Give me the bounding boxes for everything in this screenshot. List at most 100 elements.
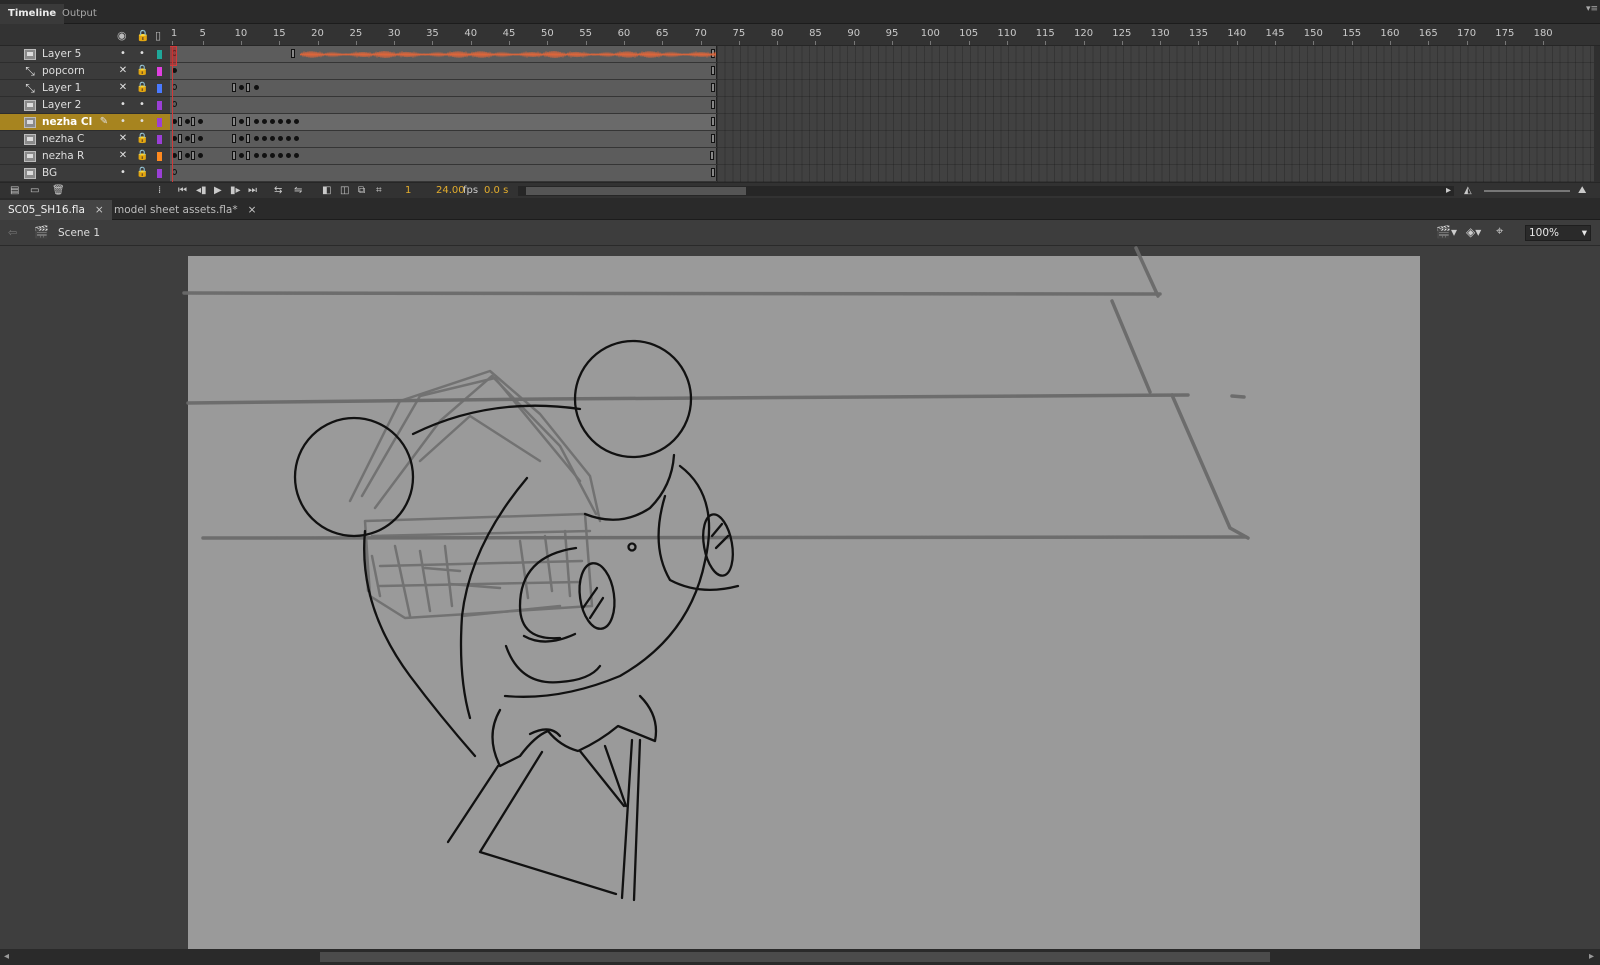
span-end-frame[interactable] (711, 134, 715, 143)
keyframe[interactable] (185, 119, 190, 124)
go-to-first-frame-icon[interactable]: ⏮ (178, 184, 187, 198)
elapsed-time-readout[interactable]: 0.0 s (484, 184, 508, 198)
keyframe[interactable] (262, 153, 267, 158)
layer-row[interactable]: nezha R ✕ 🔒 (0, 148, 170, 165)
outline-all-icon[interactable]: ▯ (155, 29, 161, 42)
layer-row[interactable]: nezha Cl ✎ • • (0, 114, 170, 131)
frame-span[interactable] (170, 114, 717, 130)
frame-span[interactable] (170, 148, 717, 164)
stage-drawing[interactable] (0, 246, 1600, 949)
show-hide-all-icon[interactable]: ◉ (117, 29, 127, 42)
loop-icon[interactable]: ⇆ (274, 184, 282, 198)
frame-marker[interactable] (246, 117, 250, 126)
zoom-in-frames-icon[interactable]: ⛰ (1578, 184, 1586, 198)
layer-color-swatch[interactable] (157, 84, 162, 93)
frame-span[interactable] (170, 80, 717, 96)
delete-layer-icon[interactable]: 🗑 (52, 184, 65, 198)
frame-marker[interactable] (232, 134, 236, 143)
layer-color-swatch[interactable] (157, 50, 162, 59)
keyframe[interactable] (185, 136, 190, 141)
keyframe[interactable] (254, 153, 259, 158)
frame-marker[interactable] (178, 134, 182, 143)
playhead[interactable] (170, 46, 177, 182)
visibility-toggle[interactable]: ✕ (117, 82, 129, 94)
frame-rate-readout[interactable]: 24.00 (436, 184, 465, 198)
keyframe[interactable] (239, 153, 244, 158)
layer-row[interactable]: ⤡ popcorn ✕ 🔒 (0, 63, 170, 80)
onion-skin-icon[interactable]: ◧ (322, 184, 331, 198)
frame-ruler[interactable]: 1 5 10 15 20 25 30 35 40 45 50 55 60 65 70 75 80 85 90 95 10… (170, 24, 1600, 46)
timeline-horizontal-scrollbar[interactable] (518, 186, 1454, 196)
close-icon[interactable]: × (95, 204, 104, 216)
frame-span[interactable] (170, 63, 717, 79)
scroll-right-icon[interactable]: ▸ (1589, 951, 1594, 962)
lock-toggle[interactable]: 🔒 (136, 65, 148, 77)
play-icon[interactable]: ▶ (214, 184, 222, 198)
keyframe[interactable] (198, 136, 203, 141)
new-layer-icon[interactable]: ▤ (10, 184, 19, 198)
frame-marker[interactable] (246, 83, 250, 92)
modify-onion-markers-icon[interactable]: ⌗ (376, 184, 382, 198)
timeline-divider-handle[interactable]: ⁞ (158, 184, 161, 198)
frame-span[interactable] (170, 131, 717, 147)
keyframe[interactable] (294, 153, 299, 158)
keyframe[interactable] (254, 119, 259, 124)
keyframe[interactable] (278, 136, 283, 141)
lock-toggle[interactable]: 🔒 (136, 167, 148, 179)
visibility-toggle[interactable]: ✕ (117, 150, 129, 162)
current-frame-readout[interactable]: 1 (405, 184, 411, 198)
step-back-icon[interactable]: ◂▮ (196, 184, 207, 198)
frame-marker[interactable] (191, 134, 195, 143)
audio-start-marker[interactable] (291, 49, 295, 58)
frame-marker[interactable] (232, 151, 236, 160)
frame-span[interactable] (170, 97, 717, 113)
layer-row[interactable]: nezha C ✕ 🔒 (0, 131, 170, 148)
span-end-frame[interactable] (711, 168, 715, 177)
pasteboard[interactable] (0, 246, 1600, 949)
span-end-frame[interactable] (711, 66, 715, 75)
layer-name[interactable]: popcorn (42, 65, 85, 77)
layer-row[interactable]: ⤡ Layer 1 ✕ 🔒 (0, 80, 170, 97)
span-end-frame[interactable] (711, 117, 715, 126)
keyframe[interactable] (294, 136, 299, 141)
layer-color-swatch[interactable] (157, 118, 162, 127)
edit-multiple-frames-icon[interactable]: ⧉ (358, 184, 365, 198)
frame-marker[interactable] (191, 151, 195, 160)
visibility-toggle[interactable]: • (117, 99, 129, 111)
layer-name[interactable]: nezha R (42, 150, 84, 162)
onion-skin-outlines-icon[interactable]: ◫ (340, 184, 349, 198)
frame-marker[interactable] (178, 151, 182, 160)
keyframe[interactable] (286, 119, 291, 124)
lock-toggle[interactable]: 🔒 (136, 133, 148, 145)
frame-marker[interactable] (191, 117, 195, 126)
scroll-right-icon[interactable]: ▸ (1446, 184, 1451, 198)
keyframe[interactable] (254, 136, 259, 141)
layer-name[interactable]: Layer 1 (42, 82, 81, 94)
visibility-toggle[interactable]: • (117, 116, 129, 128)
keyframe[interactable] (270, 136, 275, 141)
layer-row[interactable]: Layer 5 • • (0, 46, 170, 63)
keyframe[interactable] (254, 85, 259, 90)
frame-marker[interactable] (246, 151, 250, 160)
frame-marker[interactable] (178, 117, 182, 126)
stage-scroll-thumb[interactable] (320, 952, 1270, 962)
visibility-toggle[interactable]: • (117, 48, 129, 60)
layer-color-swatch[interactable] (157, 135, 162, 144)
keyframe[interactable] (270, 153, 275, 158)
playhead-handle[interactable] (170, 46, 177, 66)
layer-name[interactable]: Layer 2 (42, 99, 81, 111)
panel-menu-icon[interactable]: ▾≡ (1586, 4, 1598, 18)
frame-marker[interactable] (246, 134, 250, 143)
visibility-toggle[interactable]: ✕ (117, 133, 129, 145)
span-end-frame[interactable] (711, 83, 715, 92)
keyframe[interactable] (278, 153, 283, 158)
close-icon[interactable]: × (248, 204, 257, 216)
keyframe[interactable] (262, 136, 267, 141)
scene-name[interactable]: Scene 1 (58, 227, 100, 239)
keyframe[interactable] (239, 85, 244, 90)
keyframe[interactable] (239, 119, 244, 124)
center-frame-icon[interactable]: ⇋ (294, 184, 302, 198)
edit-scene-icon[interactable]: 🎬▾ (1436, 225, 1457, 239)
lock-toggle[interactable]: 🔒 (136, 150, 148, 162)
span-end-frame[interactable] (710, 151, 714, 160)
